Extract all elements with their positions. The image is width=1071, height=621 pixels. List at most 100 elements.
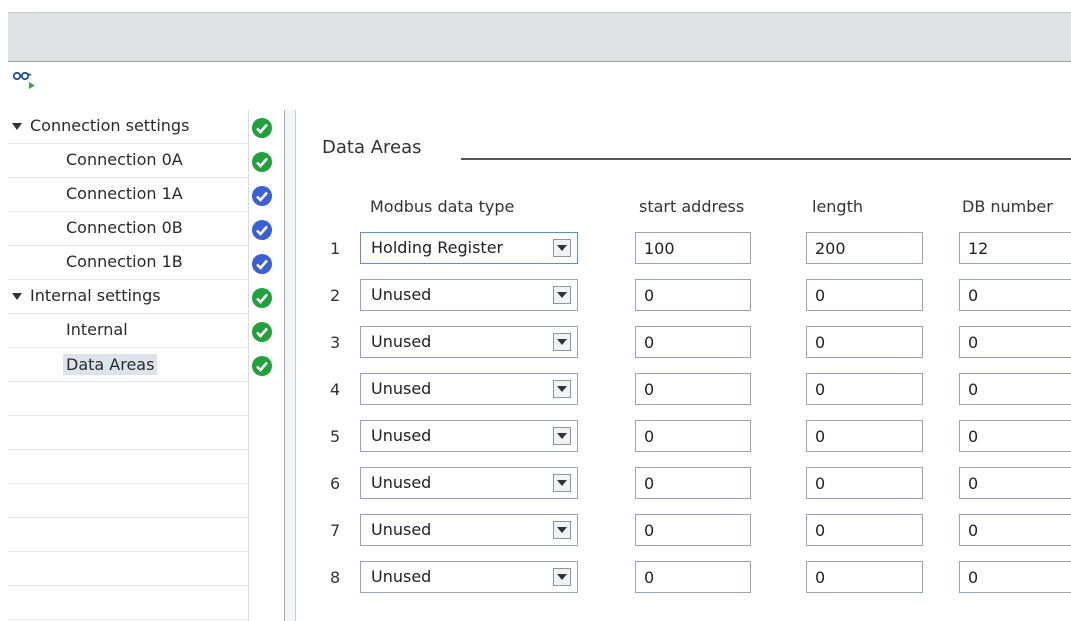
dropdown-arrow-icon[interactable] xyxy=(553,239,571,257)
data-type-select[interactable]: Unused xyxy=(360,561,578,593)
tree-item-label: Internal xyxy=(66,320,128,339)
status-pending-icon xyxy=(251,219,273,241)
status-ok-icon xyxy=(251,321,273,343)
tree-item-label: Connection 1B xyxy=(66,252,183,271)
data-type-value: Unused xyxy=(371,567,432,586)
tree-empty-row xyxy=(8,382,248,416)
dropdown-arrow-icon[interactable] xyxy=(553,568,571,586)
tree-group-label: Connection settings xyxy=(30,116,190,135)
tree-item-connection-1a[interactable]: Connection 1A xyxy=(8,178,248,212)
column-header-db-number: DB number xyxy=(962,197,1053,216)
db-number-field[interactable]: 0 xyxy=(959,279,1071,311)
data-type-select[interactable]: Unused xyxy=(360,467,578,499)
data-type-select[interactable]: Unused xyxy=(360,514,578,546)
column-header-data-type: Modbus data type xyxy=(370,197,515,216)
row-number: 3 xyxy=(330,333,341,352)
start-address-field[interactable]: 100 xyxy=(635,232,751,264)
db-number-field[interactable]: 0 xyxy=(959,561,1071,593)
status-ok-icon xyxy=(251,117,273,139)
start-address-field[interactable]: 0 xyxy=(635,279,751,311)
section-title: Data Areas xyxy=(322,137,422,158)
dropdown-arrow-icon[interactable] xyxy=(553,286,571,304)
db-number-field[interactable]: 0 xyxy=(959,514,1071,546)
title-bar xyxy=(8,12,1071,62)
status-ok-icon xyxy=(251,287,273,309)
panel-splitter[interactable] xyxy=(284,110,296,621)
expand-caret-icon[interactable] xyxy=(12,123,22,130)
tree-empty-row xyxy=(8,416,248,450)
length-field[interactable]: 200 xyxy=(806,232,923,264)
tree-group-label: Internal settings xyxy=(30,286,161,305)
data-type-value: Holding Register xyxy=(371,238,504,257)
tree-item-label: Connection 0A xyxy=(66,150,183,169)
status-ok-icon xyxy=(251,151,273,173)
tree-item-connection-0b[interactable]: Connection 0B xyxy=(8,212,248,246)
tree-empty-row xyxy=(8,552,248,586)
db-number-field[interactable]: 0 xyxy=(959,373,1071,405)
dropdown-arrow-icon[interactable] xyxy=(553,521,571,539)
data-type-value: Unused xyxy=(371,473,432,492)
tree-item-label: Connection 1A xyxy=(66,184,183,203)
db-number-field[interactable]: 0 xyxy=(959,326,1071,358)
data-type-select[interactable]: Unused xyxy=(360,420,578,452)
status-ok-icon xyxy=(251,355,273,377)
tree-item-label: Connection 0B xyxy=(66,218,183,237)
length-field[interactable]: 0 xyxy=(806,514,923,546)
navigation-tree: Connection settings Connection 0A Connec… xyxy=(8,110,248,621)
dropdown-arrow-icon[interactable] xyxy=(553,474,571,492)
row-number: 8 xyxy=(330,568,341,587)
tree-item-internal[interactable]: Internal xyxy=(8,314,248,348)
data-type-select[interactable]: Holding Register xyxy=(360,232,578,264)
length-field[interactable]: 0 xyxy=(806,420,923,452)
data-type-value: Unused xyxy=(371,379,432,398)
dropdown-arrow-icon[interactable] xyxy=(553,333,571,351)
row-number: 5 xyxy=(330,427,341,446)
row-number: 6 xyxy=(330,474,341,493)
length-field[interactable]: 0 xyxy=(806,326,923,358)
data-type-value: Unused xyxy=(371,285,432,304)
data-type-select[interactable]: Unused xyxy=(360,326,578,358)
tree-empty-row xyxy=(8,518,248,552)
db-number-field[interactable]: 12 xyxy=(959,232,1071,264)
tree-item-data-areas[interactable]: Data Areas xyxy=(8,348,248,382)
data-type-value: Unused xyxy=(371,332,432,351)
start-address-field[interactable]: 0 xyxy=(635,420,751,452)
length-field[interactable]: 0 xyxy=(806,561,923,593)
start-address-field[interactable]: 0 xyxy=(635,467,751,499)
tree-group-connection-settings[interactable]: Connection settings xyxy=(8,110,248,144)
start-address-field[interactable]: 0 xyxy=(635,561,751,593)
status-pending-icon xyxy=(251,185,273,207)
start-address-field[interactable]: 0 xyxy=(635,514,751,546)
length-field[interactable]: 0 xyxy=(806,373,923,405)
section-divider xyxy=(461,158,1071,160)
column-header-start-address: start address xyxy=(639,197,745,216)
tree-empty-row xyxy=(8,586,248,620)
data-type-value: Unused xyxy=(371,426,432,445)
length-field[interactable]: 0 xyxy=(806,279,923,311)
tree-item-connection-1b[interactable]: Connection 1B xyxy=(8,246,248,280)
start-address-field[interactable]: 0 xyxy=(635,326,751,358)
column-header-length: length xyxy=(812,197,863,216)
tree-empty-row xyxy=(8,484,248,518)
data-type-select[interactable]: Unused xyxy=(360,279,578,311)
status-column xyxy=(248,110,283,621)
row-number: 2 xyxy=(330,286,341,305)
tree-item-connection-0a[interactable]: Connection 0A xyxy=(8,144,248,178)
row-number: 1 xyxy=(330,239,341,258)
tree-item-label: Data Areas xyxy=(63,354,158,375)
tree-empty-row xyxy=(8,450,248,484)
expand-caret-icon[interactable] xyxy=(12,293,22,300)
dropdown-arrow-icon[interactable] xyxy=(553,427,571,445)
row-number: 7 xyxy=(330,521,341,540)
db-number-field[interactable]: 0 xyxy=(959,420,1071,452)
data-type-value: Unused xyxy=(371,520,432,539)
data-type-select[interactable]: Unused xyxy=(360,373,578,405)
tree-group-internal-settings[interactable]: Internal settings xyxy=(8,280,248,314)
row-number: 4 xyxy=(330,380,341,399)
dropdown-arrow-icon[interactable] xyxy=(553,380,571,398)
status-pending-icon xyxy=(251,253,273,275)
length-field[interactable]: 0 xyxy=(806,467,923,499)
glasses-run-icon[interactable] xyxy=(12,68,35,98)
db-number-field[interactable]: 0 xyxy=(959,467,1071,499)
start-address-field[interactable]: 0 xyxy=(635,373,751,405)
